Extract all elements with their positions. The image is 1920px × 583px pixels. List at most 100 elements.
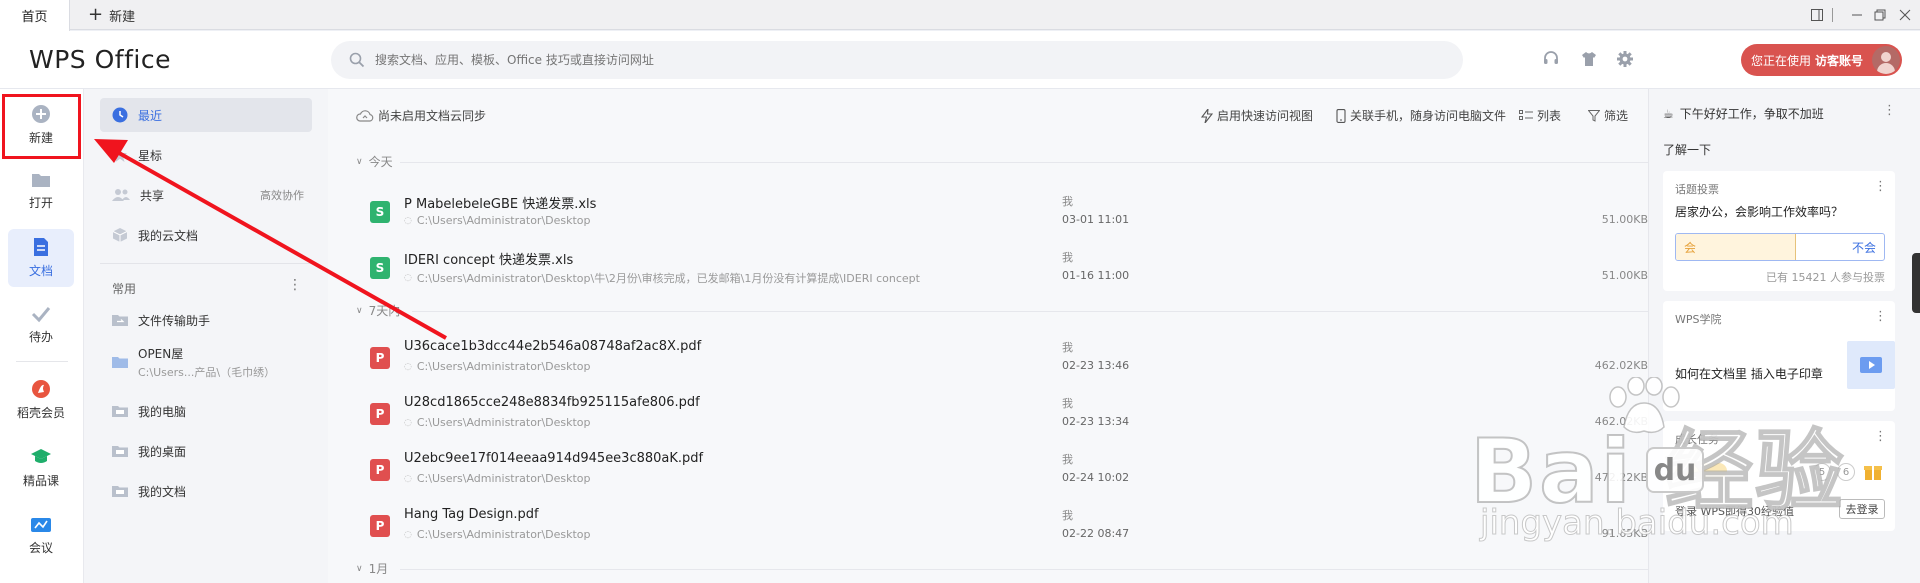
academy-title: WPS学院	[1675, 313, 1722, 326]
file-row[interactable]: P U28cd1865cce248e8834fb925115afe806.pdf…	[348, 386, 1648, 440]
cloud-status-icon: ◌	[404, 529, 412, 540]
file-path: ◌ C:\Users\Administrator\Desktop	[404, 360, 591, 373]
file-path: ◌ C:\Users\Administrator\Desktop	[404, 472, 591, 485]
nav-item-label: 共享	[140, 188, 165, 203]
group-divider	[400, 162, 1648, 163]
rail-item-label: 稻壳会员	[16, 406, 65, 420]
nav-item-my-documents[interactable]: 我的文档	[100, 474, 312, 508]
headset-icon[interactable]	[1540, 48, 1562, 70]
meeting-icon	[31, 518, 51, 532]
file-path-text: C:\Users\Administrator\Desktop	[416, 472, 591, 485]
wps-logo: WPS Office	[29, 45, 171, 74]
quick-view-button[interactable]: 启用快速访问视图	[1201, 107, 1313, 124]
academy-card[interactable]: WPS学院 ⋮ 如何在文档里 插入电子印章	[1663, 301, 1895, 411]
task-step: 5	[1813, 463, 1831, 481]
nav-divider	[100, 263, 312, 264]
chevron-down-icon: ∨	[356, 305, 363, 316]
coffee-icon: ☕	[1663, 106, 1674, 121]
rail-divider	[16, 361, 68, 362]
desktop-folder-icon	[112, 446, 128, 457]
file-path-text: C:\Users\Administrator\Desktop	[416, 214, 591, 227]
rail-item-todo[interactable]: 待办	[8, 296, 74, 354]
common-more-icon[interactable]: ⋮	[288, 277, 302, 293]
nav-item-label: 星标	[138, 148, 163, 163]
search-input[interactable]	[375, 53, 1275, 67]
close-icon[interactable]	[1890, 0, 1920, 30]
file-row[interactable]: P U36cace1b3dcc44e2b546a08748af2ac8X.pdf…	[348, 330, 1648, 384]
people-icon	[112, 189, 130, 201]
academy-more-icon[interactable]: ⋮	[1874, 309, 1887, 324]
video-thumbnail[interactable]	[1847, 341, 1895, 389]
search-bar[interactable]	[331, 41, 1463, 79]
nav-item-star[interactable]: 星标	[100, 138, 312, 172]
documents-folder-icon	[112, 486, 128, 497]
list-icon	[1519, 109, 1533, 120]
login-button[interactable]: 去登录	[1839, 499, 1885, 519]
nav-item-shared[interactable]: 共享 高效协作	[100, 178, 312, 212]
gear-icon[interactable]	[1614, 48, 1636, 70]
rail-item-documents[interactable]: 文档	[8, 229, 74, 287]
highlight-box	[2, 94, 81, 159]
cloud-status-icon: ◌	[404, 473, 412, 484]
nav-item-open-house[interactable]: OPEN屋 C:\Users...产品\（毛巾绣）	[100, 341, 312, 383]
phone-link-label: 关联手机，随身访问电脑文件	[1350, 109, 1507, 123]
rail-item-meeting[interactable]: 会议	[8, 507, 74, 565]
left-rail: 新建 打开 文档 待办 稻壳会员 精品课 会议	[0, 89, 84, 583]
nav-item-my-computer[interactable]: 我的电脑	[100, 394, 312, 428]
nav-item-transfer[interactable]: 文件传输助手	[100, 303, 312, 337]
group-header-today[interactable]: ∨ 今天	[356, 153, 393, 170]
file-size: 51.00KB	[1601, 213, 1648, 226]
greeting-more-icon[interactable]: ⋮	[1883, 103, 1896, 118]
poll-card: 话题投票 ⋮ 居家办公，会影响工作效率吗？ 会 不会 已有 15421 人参与投…	[1663, 171, 1895, 291]
rail-item-docer[interactable]: 稻壳会员	[8, 371, 74, 429]
avatar[interactable]	[1872, 46, 1900, 74]
rail-item-label: 待办	[28, 330, 53, 344]
pdf-icon: P	[370, 347, 390, 369]
file-row[interactable]: P U2ebc9ee17f014eeaa914d945ee3c880aK.pdf…	[348, 442, 1648, 496]
main-toolbar: 尚未启用文档云同步 启用快速访问视图 关联手机，随身访问电脑文件 列表 筛选	[328, 89, 1648, 141]
skin-shirt-icon[interactable]	[1578, 48, 1600, 70]
nav-item-label: OPEN屋	[138, 346, 184, 361]
nav-item-recent[interactable]: 最近	[100, 98, 312, 132]
spreadsheet-icon: S	[370, 257, 390, 279]
vote-no-button[interactable]: 不会	[1796, 234, 1884, 260]
file-date: 02-24 10:02	[1062, 471, 1130, 484]
file-date: 02-22 08:47	[1062, 527, 1130, 540]
pdf-icon: P	[370, 403, 390, 425]
group-header-month[interactable]: ∨ 1月	[356, 560, 388, 577]
group-header-week[interactable]: ∨ 7天内	[356, 302, 400, 319]
greeting: ☕ 下午好好工作，争取不加班	[1663, 105, 1824, 122]
tab-home[interactable]: 首页	[0, 0, 70, 31]
star-icon	[113, 148, 127, 162]
tasks-title: 成长任务	[1675, 433, 1719, 446]
phone-link-button[interactable]: 关联手机，随身访问电脑文件	[1336, 107, 1506, 124]
cloud-status-icon: ◌	[404, 273, 412, 283]
file-row[interactable]: S IDERI concept 快递发票.xls ◌ C:\Users\Admin…	[348, 240, 1648, 294]
docer-icon	[32, 380, 50, 398]
poll-more-icon[interactable]: ⋮	[1874, 179, 1887, 194]
folder-icon	[32, 174, 50, 187]
pdf-icon: P	[370, 459, 390, 481]
file-row[interactable]: P Hang Tag Design.pdf ◌ C:\Users\Administ…	[348, 498, 1648, 552]
nav-item-my-desktop[interactable]: 我的桌面	[100, 434, 312, 468]
rail-item-label: 文档	[28, 264, 53, 278]
file-path: ◌ C:\Users\Administrator\Desktop	[404, 416, 591, 429]
nav-item-label: 最近	[138, 108, 163, 123]
cloud-sync-status[interactable]: 尚未启用文档云同步	[356, 107, 486, 124]
list-view-button[interactable]: 列表	[1519, 107, 1561, 124]
nav-item-cloud[interactable]: 我的云文档	[100, 218, 312, 252]
file-name: U2ebc9ee17f014eeaa914d945ee3c880aK.pdf	[404, 451, 704, 466]
tab-new[interactable]: + 新建	[88, 0, 135, 30]
filter-button[interactable]: 筛选	[1588, 107, 1628, 124]
side-drawer-handle[interactable]	[1912, 253, 1920, 313]
cloud-status-icon: ◌	[404, 417, 412, 428]
tasks-more-icon[interactable]: ⋮	[1874, 429, 1887, 444]
vote-yes-button[interactable]: 会	[1676, 234, 1796, 260]
rail-item-open[interactable]: 打开	[8, 162, 74, 220]
account-button[interactable]: 您正在使用 访客账号	[1741, 44, 1902, 76]
file-path-text: C:\Users\Administrator\Desktop	[416, 416, 591, 429]
file-row[interactable]: S P MabelebeleGBE 快递发票.xls ◌ C:\Users\Adm…	[348, 184, 1648, 238]
titlebar-divider	[1826, 0, 1838, 30]
file-size: 462.02KB	[1594, 359, 1648, 372]
rail-item-course[interactable]: 精品课	[8, 439, 74, 497]
